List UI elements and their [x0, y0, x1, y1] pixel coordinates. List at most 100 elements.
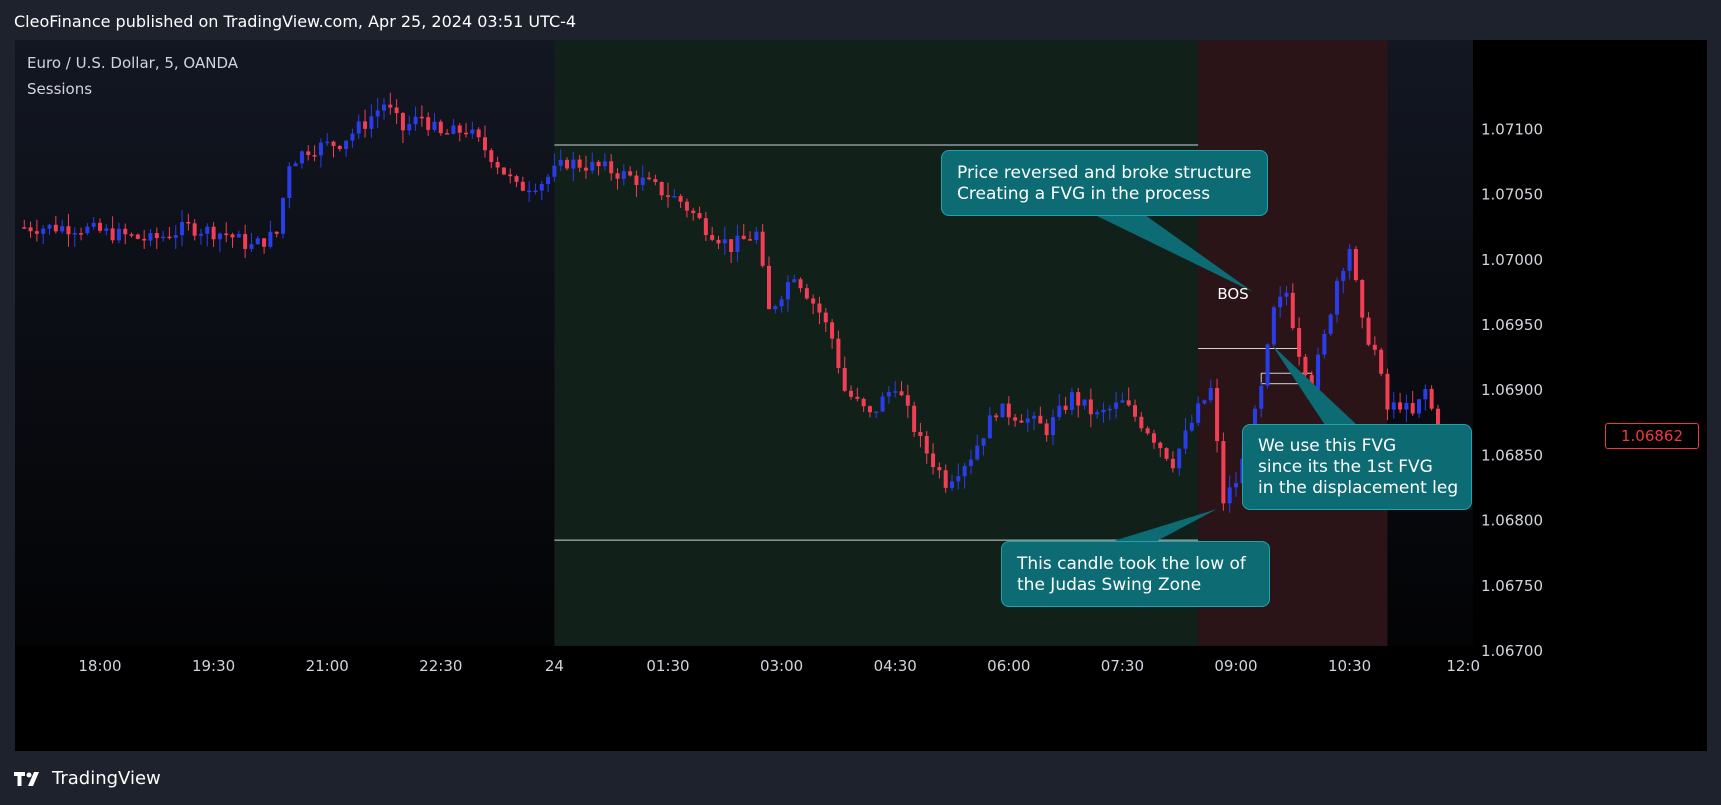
candle-body-206: [1322, 333, 1327, 355]
candle-body-212: [1360, 280, 1365, 318]
candle-body-38: [262, 238, 267, 247]
callout-fvg[interactable]: We use this FVG since its the 1st FVG in…: [1242, 424, 1472, 510]
candle-body-117: [760, 231, 765, 266]
candle-body-86: [565, 159, 570, 169]
callout-fvg-line-3: in the displacement leg: [1258, 478, 1459, 498]
candle-body-96: [628, 171, 633, 176]
candle-body-35: [243, 234, 248, 249]
last-price-tag: 1.06862: [1605, 423, 1699, 449]
x-tick-label-9: 07:30: [1101, 657, 1144, 675]
candle-body-143: [924, 436, 929, 454]
candle-body-85: [558, 159, 563, 166]
candle-body-41: [281, 198, 286, 234]
candle-body-73: [482, 137, 487, 151]
x-tick-label-10: 09:00: [1214, 657, 1257, 675]
candle-body-201: [1290, 292, 1295, 329]
x-tick-label-2: 21:00: [306, 657, 349, 675]
published-header: CleoFinance published on TradingView.com…: [14, 12, 577, 31]
callout-structure-line-2: Creating a FVG in the process: [957, 184, 1211, 204]
candle-body-17: [129, 234, 134, 236]
chart-frame[interactable]: 18:00 19:30 21:00 22:30 24 01:30 03:00 04:30 06:…: [15, 40, 1707, 751]
price-chart[interactable]: 18:00 19:30 21:00 22:30 24 01:30 03:00 04:30 06:…: [15, 40, 1707, 751]
candle-body-49: [331, 141, 336, 146]
candle-body-211: [1353, 249, 1358, 281]
candle-body-209: [1341, 270, 1346, 281]
candle-body-196: [1259, 385, 1264, 409]
candle-body-24: [173, 235, 178, 238]
candle-body-93: [609, 161, 614, 174]
candle-body-219: [1404, 403, 1409, 410]
candle-body-181: [1164, 448, 1169, 459]
tradingview-brand: TradingView: [52, 768, 161, 789]
candle-body-64: [426, 117, 431, 130]
candle-body-166: [1069, 392, 1074, 410]
candle-body-173: [1114, 402, 1119, 409]
candle-body-43: [293, 163, 298, 167]
candle-body-139: [899, 391, 904, 396]
candle-body-82: [539, 183, 544, 191]
candle-body-141: [912, 405, 917, 432]
x-tick-label-6: 03:00: [760, 657, 803, 675]
candle-body-91: [596, 161, 601, 167]
candle-body-135: [874, 411, 879, 414]
candle-body-89: [583, 167, 588, 171]
candle-body-192: [1234, 483, 1238, 488]
candle-body-175: [1126, 400, 1131, 406]
candle-body-94: [615, 173, 620, 179]
candle-body-92: [602, 161, 607, 167]
candle-body-105: [684, 201, 689, 211]
candle-body-102: [666, 195, 670, 197]
tradingview-logo[interactable]: TradingView: [14, 768, 161, 789]
candle-body-186: [1196, 403, 1201, 423]
candle-body-59: [394, 107, 399, 114]
candle-body-31: [217, 233, 222, 240]
candle-body-57: [382, 104, 386, 111]
candle-body-188: [1208, 388, 1213, 401]
candle-body-116: [754, 231, 759, 240]
candle-body-222: [1423, 388, 1428, 400]
callout-low[interactable]: This candle took the low of the Judas Sw…: [1001, 541, 1270, 607]
indicator-legend[interactable]: Sessions: [27, 80, 92, 98]
candle-body-179: [1151, 433, 1156, 443]
candle-body-153: [987, 415, 992, 439]
candle-body-34: [236, 234, 241, 238]
candle-body-39: [268, 231, 273, 247]
candle-body-167: [1076, 392, 1081, 406]
candle-body-53: [356, 121, 361, 134]
candle-body-109: [710, 235, 715, 240]
candle-body-183: [1177, 448, 1182, 469]
candle-body-50: [337, 145, 342, 149]
candle-body-154: [994, 415, 999, 418]
candle-body-144: [931, 453, 936, 468]
candle-body-23: [167, 236, 172, 239]
candle-body-119: [773, 306, 778, 310]
candle-body-182: [1170, 458, 1175, 469]
candle-body-180: [1158, 442, 1163, 449]
candle-body-217: [1391, 402, 1396, 410]
y-tick-label-0: 1.07100: [1481, 120, 1543, 138]
symbol-legend[interactable]: Euro / U.S. Dollar, 5, OANDA: [27, 54, 238, 72]
candle-body-129: [836, 338, 841, 368]
candle-body-45: [306, 151, 311, 156]
candle-body-160: [1032, 415, 1037, 419]
candle-body-3: [41, 228, 46, 234]
candle-body-20: [148, 233, 153, 241]
candle-body-108: [703, 218, 708, 236]
candle-body-110: [716, 239, 721, 244]
callout-structure[interactable]: Price reversed and broke structure Creat…: [941, 150, 1268, 216]
candle-body-162: [1044, 423, 1049, 436]
x-tick-label-1: 19:30: [192, 657, 235, 675]
candle-body-104: [678, 196, 683, 202]
candle-body-203: [1303, 356, 1308, 376]
candle-body-120: [779, 299, 784, 307]
candle-body-114: [741, 235, 746, 240]
candle-body-37: [255, 238, 260, 245]
candle-body-22: [161, 236, 166, 239]
candle-body-124: [804, 288, 809, 299]
candle-body-36: [249, 244, 254, 249]
candle-body-164: [1057, 405, 1062, 418]
candle-body-52: [350, 133, 355, 141]
y-tick-label-2: 1.07000: [1481, 251, 1543, 269]
candle-body-165: [1063, 405, 1068, 410]
candle-body-190: [1221, 441, 1226, 504]
